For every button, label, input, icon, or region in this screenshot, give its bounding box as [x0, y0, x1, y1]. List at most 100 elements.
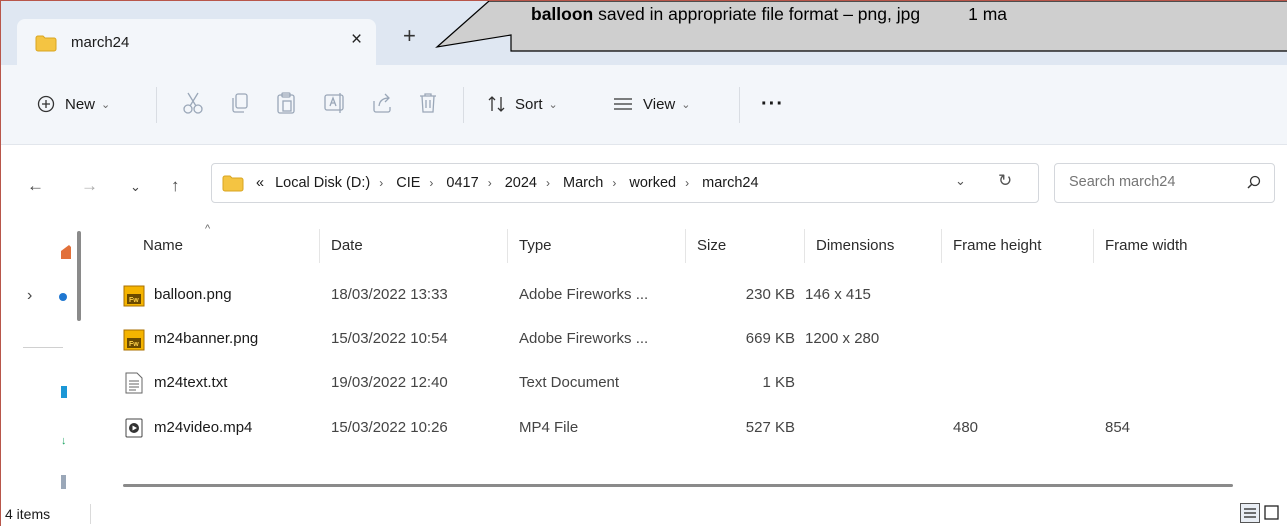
file-size: 669 KB — [745, 330, 795, 347]
refresh-icon[interactable]: ↻ — [998, 171, 1012, 191]
file-type: Adobe Fireworks ... — [519, 286, 649, 303]
close-tab-icon[interactable]: × — [351, 29, 362, 51]
search-box[interactable] — [1054, 163, 1275, 203]
table-row[interactable]: Fw balloon.png 18/03/2022 13:33 Adobe Fi… — [111, 274, 1271, 318]
desktop-icon[interactable] — [61, 386, 67, 398]
delete-icon[interactable] — [417, 91, 439, 120]
file-size: 1 KB — [762, 374, 795, 391]
svg-text:Fw: Fw — [129, 297, 139, 304]
nav-divider — [23, 347, 63, 348]
file-date: 15/03/2022 10:26 — [331, 419, 448, 436]
column-divider[interactable] — [804, 229, 805, 263]
command-bar: New ⌄ Sort ⌄ View ⌄ ··· — [1, 65, 1287, 145]
cut-icon[interactable] — [182, 91, 204, 120]
breadcrumb-march24[interactable]: march24 — [702, 175, 758, 191]
breadcrumb-2024[interactable]: 2024 — [505, 175, 537, 191]
address-row: ← → ⌄ ↑ « Local Disk (D:) › CIE › 0417 › 20… — [1, 146, 1287, 222]
breadcrumb-chevron-icon[interactable]: › — [685, 176, 689, 190]
breadcrumb-worked[interactable]: worked — [629, 175, 676, 191]
sort-arrows-icon — [487, 95, 507, 113]
fireworks-icon: Fw — [123, 329, 145, 356]
new-tab-button[interactable]: + — [403, 25, 416, 47]
horizontal-scrollbar[interactable] — [123, 484, 1233, 487]
paste-icon[interactable] — [275, 91, 297, 120]
recent-locations-chevron-icon[interactable]: ⌄ — [130, 179, 141, 195]
column-header-frame-width[interactable]: Frame width — [1105, 237, 1188, 254]
breadcrumb-cie[interactable]: CIE — [396, 175, 420, 191]
toolbar-divider — [156, 87, 157, 123]
tab-title: march24 — [71, 34, 130, 51]
expand-chevron-icon[interactable]: › — [27, 287, 32, 305]
address-bar[interactable]: « Local Disk (D:) › CIE › 0417 › 2024 › Marc… — [211, 163, 1039, 203]
up-arrow-icon[interactable]: ↑ — [171, 176, 180, 196]
column-divider[interactable] — [1093, 229, 1094, 263]
breadcrumb-chevron-icon[interactable]: › — [546, 176, 550, 190]
file-size: 230 KB — [745, 286, 795, 303]
status-bar: 4 items — [1, 501, 1287, 527]
video-file-icon — [125, 418, 143, 443]
fireworks-icon: Fw — [123, 285, 145, 312]
large-icons-view-icon[interactable] — [1263, 503, 1281, 523]
copy-icon[interactable] — [229, 91, 251, 120]
table-row[interactable]: m24video.mp4 15/03/2022 10:26 MP4 File 5… — [111, 407, 1271, 451]
column-divider[interactable] — [685, 229, 686, 263]
item-count: 4 items — [5, 506, 51, 522]
chevron-down-icon: ⌄ — [681, 98, 691, 111]
column-divider[interactable] — [941, 229, 942, 263]
rename-icon[interactable] — [323, 91, 347, 120]
column-header-dimensions[interactable]: Dimensions — [816, 237, 894, 254]
table-row[interactable]: m24text.txt 19/03/2022 12:40 Text Docume… — [111, 362, 1271, 406]
file-type: Text Document — [519, 374, 620, 391]
breadcrumb-chevron-icon[interactable]: › — [488, 176, 492, 190]
home-icon[interactable] — [61, 245, 71, 264]
breadcrumb-chevron-icon[interactable]: › — [379, 176, 383, 190]
breadcrumb-local-disk[interactable]: Local Disk (D:) — [275, 175, 370, 191]
file-frame-height: 480 — [953, 419, 979, 436]
search-input[interactable] — [1067, 173, 1231, 191]
column-header-type[interactable]: Type — [519, 237, 552, 254]
column-divider[interactable] — [507, 229, 508, 263]
file-type: Adobe Fireworks ... — [519, 330, 649, 347]
view-label: View — [643, 95, 676, 113]
folder-icon — [35, 35, 57, 57]
chevron-down-icon: ⌄ — [548, 98, 558, 111]
share-icon[interactable] — [371, 91, 393, 120]
back-arrow-icon[interactable]: ← — [27, 176, 44, 196]
tab-march24[interactable]: march24 × — [17, 19, 376, 65]
downloads-icon[interactable]: ↓ — [61, 435, 67, 447]
column-header-frame-height[interactable]: Frame height — [953, 237, 1041, 254]
column-header-size[interactable]: Size — [697, 237, 726, 254]
view-lines-icon — [613, 97, 633, 111]
nav-scrollbar[interactable] — [77, 231, 81, 321]
file-name: m24text.txt — [154, 374, 228, 391]
onedrive-icon[interactable] — [59, 293, 67, 301]
file-name: m24banner.png — [154, 330, 259, 347]
column-header-date[interactable]: Date — [331, 237, 363, 254]
breadcrumb-0417[interactable]: 0417 — [446, 175, 478, 191]
breadcrumb-chevron-icon[interactable]: › — [612, 176, 616, 190]
table-row[interactable]: Fw m24banner.png 15/03/2022 10:54 Adobe … — [111, 318, 1271, 362]
search-icon[interactable] — [1246, 174, 1262, 195]
file-type: MP4 File — [519, 419, 579, 436]
plus-circle-icon — [37, 95, 55, 113]
forward-arrow-icon[interactable]: → — [81, 176, 98, 196]
breadcrumb-march[interactable]: March — [563, 175, 603, 191]
breadcrumb-overflow[interactable]: « — [256, 175, 264, 191]
column-divider[interactable] — [319, 229, 320, 263]
view-button[interactable]: View ⌄ — [613, 89, 690, 119]
file-name: balloon.png — [154, 286, 232, 303]
breadcrumb-chevron-icon[interactable]: › — [429, 176, 433, 190]
details-view-icon[interactable] — [1240, 503, 1260, 523]
sort-button[interactable]: Sort ⌄ — [487, 89, 558, 119]
navigation-pane: › ↓ — [1, 223, 97, 501]
documents-icon[interactable] — [61, 475, 66, 489]
file-date: 18/03/2022 13:33 — [331, 286, 448, 303]
new-button[interactable]: New ⌄ — [37, 89, 110, 119]
text-file-icon — [125, 372, 143, 399]
file-explorer-window: march24 × + balloon saved in appropriate… — [0, 0, 1287, 527]
address-history-chevron-icon[interactable]: ⌄ — [955, 173, 966, 189]
file-dimensions: 146 x 415 — [805, 286, 871, 303]
column-header-name[interactable]: Name — [143, 237, 183, 254]
more-options-button[interactable]: ··· — [761, 89, 784, 119]
file-frame-width: 854 — [1105, 419, 1131, 436]
